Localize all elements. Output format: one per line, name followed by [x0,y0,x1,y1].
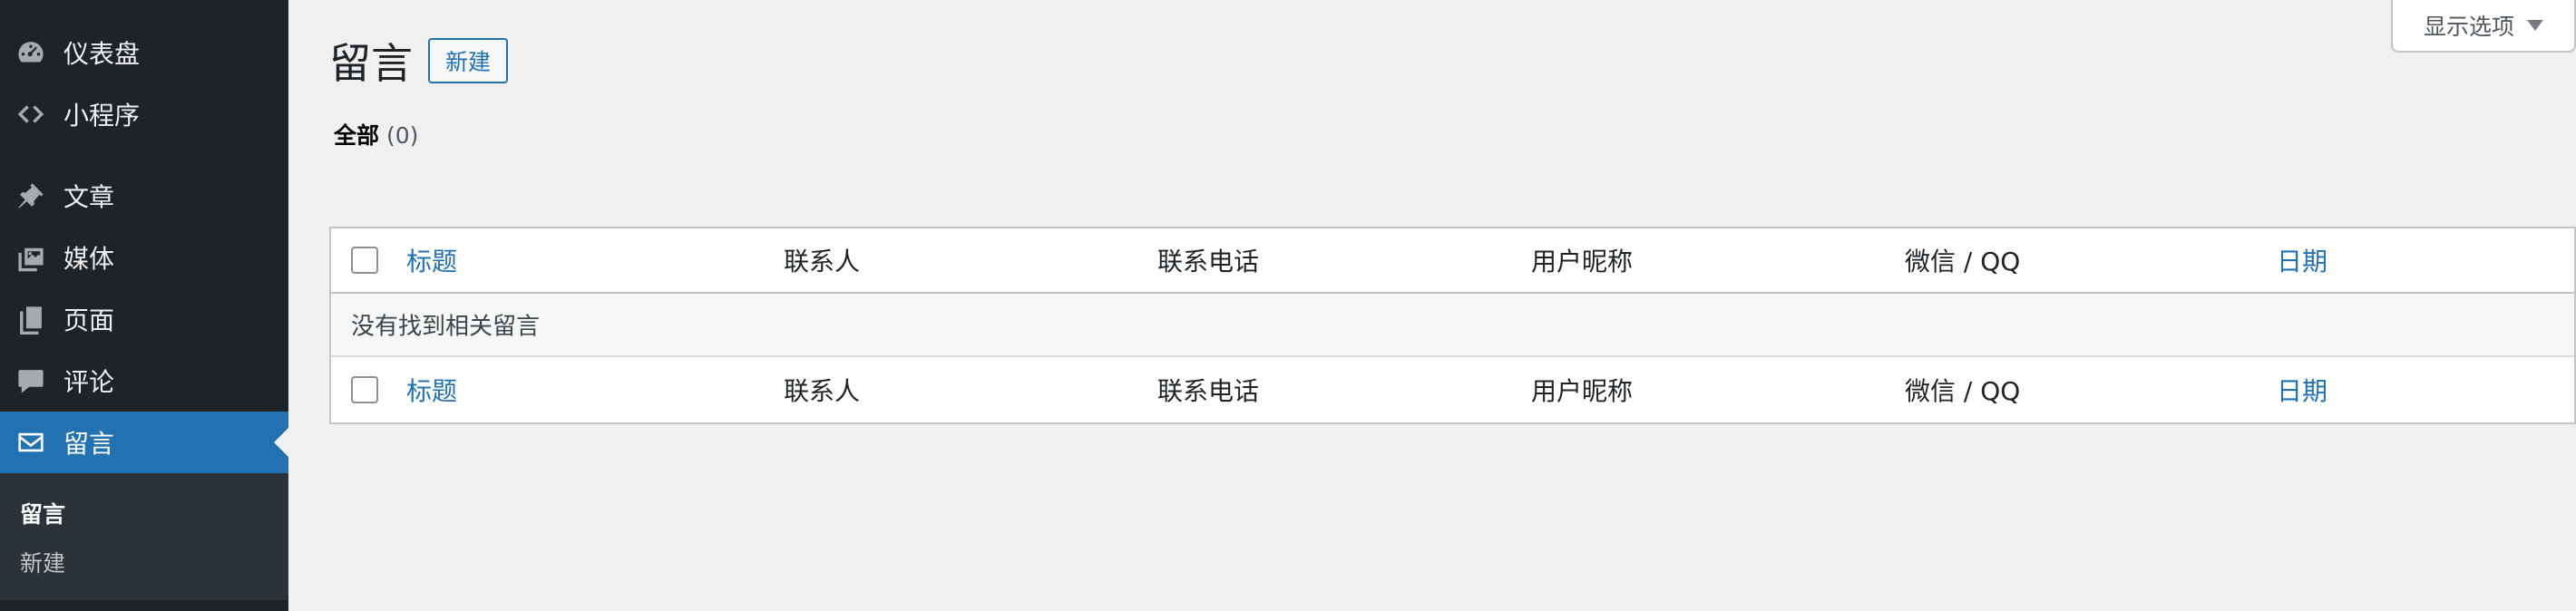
column-header-contact: 联系人 [784,247,861,276]
empty-message: 没有找到相关留言 [351,313,541,341]
column-header-wechat-qq: 微信 / QQ [1905,247,2021,276]
table-footer-row: 标题 联系人 联系电话 用户昵称 微信 / QQ 日期 [331,357,2574,422]
column-footer-title[interactable]: 标题 [406,372,457,408]
messages-table: 标题 联系人 联系电话 用户昵称 微信 / QQ 日期 没有找到相关留言 标题 … [329,227,2576,424]
column-footer-nickname: 用户昵称 [1531,376,1634,406]
column-header-nickname: 用户昵称 [1531,247,1634,276]
screen-options-button[interactable]: 显示选项 [2391,0,2576,53]
sidebar-item-posts[interactable]: 文章 [0,165,288,227]
sidebar-item-label: 文章 [63,182,115,212]
comment-icon [15,364,47,397]
page-title: 留言 [329,39,413,88]
submenu-item-add-new[interactable]: 新建 [20,546,65,578]
filter-all[interactable]: 全部 (0) [334,118,418,150]
add-new-button[interactable]: 新建 [428,38,508,83]
code-icon [15,98,47,131]
column-footer-date[interactable]: 日期 [2277,372,2327,408]
column-footer-phone: 联系电话 [1157,376,1260,406]
active-indicator-arrow [274,428,288,457]
sidebar-item-label: 小程序 [63,101,141,131]
select-all-checkbox-footer[interactable] [351,376,378,403]
sidebar-item-label: 页面 [63,306,115,335]
sidebar-item-messages[interactable]: 留言 [0,412,288,473]
sidebar-item-label: 媒体 [63,244,115,274]
pages-icon [15,303,47,335]
sidebar-item-dashboard[interactable]: 仪表盘 [0,22,288,83]
sidebar-item-label: 留言 [63,429,115,459]
pin-icon [15,179,47,212]
dashboard-icon [15,36,47,69]
column-header-title[interactable]: 标题 [406,242,457,278]
mail-icon [15,426,47,459]
select-all-checkbox[interactable] [351,247,378,274]
sidebar-item-pages[interactable]: 页面 [0,288,288,350]
filter-all-label: 全部 [334,122,380,149]
table-row: 没有找到相关留言 [331,294,2574,357]
column-footer-wechat-qq: 微信 / QQ [1905,376,2021,406]
column-header-date[interactable]: 日期 [2277,242,2327,278]
submenu-item-messages[interactable]: 留言 [20,497,65,529]
column-header-phone: 联系电话 [1157,247,1260,276]
triangle-down-icon [2527,20,2543,31]
sidebar-item-comments[interactable]: 评论 [0,350,288,412]
column-footer-contact: 联系人 [784,376,861,406]
media-icon [15,241,47,274]
admin-sidebar: 仪表盘 小程序 文章 媒体 页面 评论 留言 留言 新建 [0,0,288,611]
sidebar-item-media[interactable]: 媒体 [0,227,288,288]
table-header-row: 标题 联系人 联系电话 用户昵称 微信 / QQ 日期 [331,228,2574,294]
filter-all-count: (0) [386,122,419,149]
screen-options-label: 显示选项 [2423,14,2514,40]
sidebar-submenu: 留言 新建 [0,473,288,600]
sidebar-item-miniprogram[interactable]: 小程序 [0,83,288,145]
sidebar-item-label: 仪表盘 [63,39,141,69]
sidebar-item-label: 评论 [63,367,115,397]
